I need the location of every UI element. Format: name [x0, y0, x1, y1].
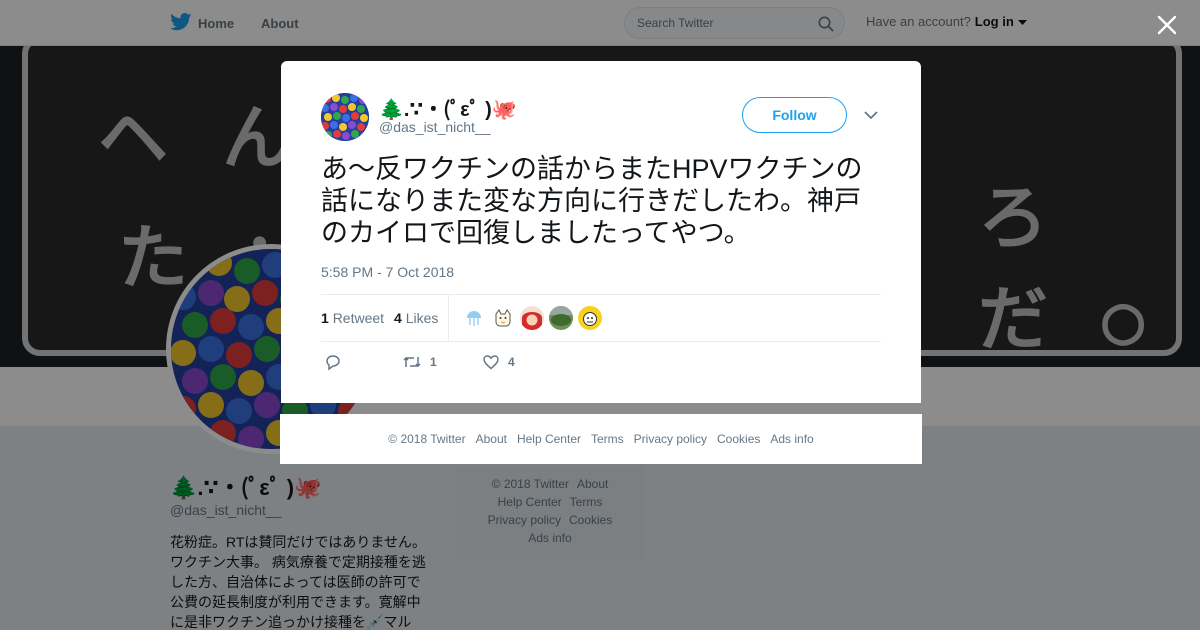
yellow-cartoon-avatar-icon — [578, 306, 602, 330]
likes-stat-label: Likes — [405, 310, 439, 326]
tweet-stats: 1 Retweet 4 Likes — [321, 294, 881, 342]
tweet-options-button[interactable] — [863, 107, 879, 123]
like-count: 4 — [394, 310, 402, 326]
tweet-actions: 1 4 — [321, 353, 621, 375]
ball-pit-image-icon — [321, 93, 369, 141]
retweet-count: 1 — [321, 310, 329, 326]
retweet-button[interactable]: 1 — [402, 353, 437, 371]
like-button[interactable]: 4 — [482, 353, 515, 371]
tweet-author-avatar[interactable] — [321, 93, 369, 141]
liker-avatar[interactable] — [520, 306, 544, 330]
tweet-author-handle[interactable]: @das_ist_nicht__ — [379, 119, 491, 135]
jellyfish-avatar-icon — [462, 306, 486, 330]
tweet-permalink-modal: 🌲.∵・(ﾟεﾟ )🐙 @das_ist_nicht__ Follow あ～反ワ… — [281, 61, 921, 403]
landscape-avatar-icon — [549, 306, 573, 330]
modal-footer-terms-link[interactable]: Terms — [591, 432, 624, 446]
cat-avatar-icon — [491, 306, 515, 330]
tweet-timestamp[interactable]: 5:58 PM - 7 Oct 2018 — [321, 264, 454, 280]
retweet-stat-label: Retweet — [332, 310, 385, 326]
liker-avatar[interactable] — [578, 306, 602, 330]
chevron-down-icon — [864, 111, 878, 120]
red-anime-avatar-icon — [520, 306, 544, 330]
modal-footer: © 2018 Twitter About Help Center Terms P… — [280, 414, 922, 464]
modal-footer-help-center-link[interactable]: Help Center — [517, 432, 581, 446]
modal-footer-cookies-link[interactable]: Cookies — [717, 432, 760, 446]
reply-icon — [326, 355, 340, 371]
close-icon — [1157, 15, 1177, 35]
retweet-icon — [403, 356, 421, 368]
likes-stat[interactable]: 4 Likes — [394, 310, 438, 326]
likers-avatars — [462, 306, 602, 330]
tweet-author-name[interactable]: 🌲.∵・(ﾟεﾟ )🐙 — [379, 93, 517, 122]
follow-button[interactable]: Follow — [742, 97, 847, 133]
modal-footer-about-link[interactable]: About — [476, 432, 507, 446]
liker-avatar[interactable] — [549, 306, 573, 330]
modal-footer-privacy-link[interactable]: Privacy policy — [634, 432, 707, 446]
modal-footer-copyright: © 2018 Twitter — [388, 432, 466, 446]
like-action-count: 4 — [508, 355, 515, 369]
liker-avatar[interactable] — [462, 306, 486, 330]
modal-footer-ads-info-link[interactable]: Ads info — [770, 432, 813, 446]
stats-divider — [448, 295, 449, 342]
close-modal-button[interactable] — [1154, 12, 1180, 38]
reply-button[interactable] — [324, 353, 342, 371]
liker-avatar[interactable] — [491, 306, 515, 330]
retweet-action-count: 1 — [430, 355, 437, 369]
tweet-text: あ～反ワクチンの話からまたHPVワクチンの話になりまた変な方向に行きだしたわ。神… — [321, 154, 863, 248]
retweet-stat[interactable]: 1 Retweet — [321, 310, 384, 326]
heart-icon — [483, 355, 499, 370]
